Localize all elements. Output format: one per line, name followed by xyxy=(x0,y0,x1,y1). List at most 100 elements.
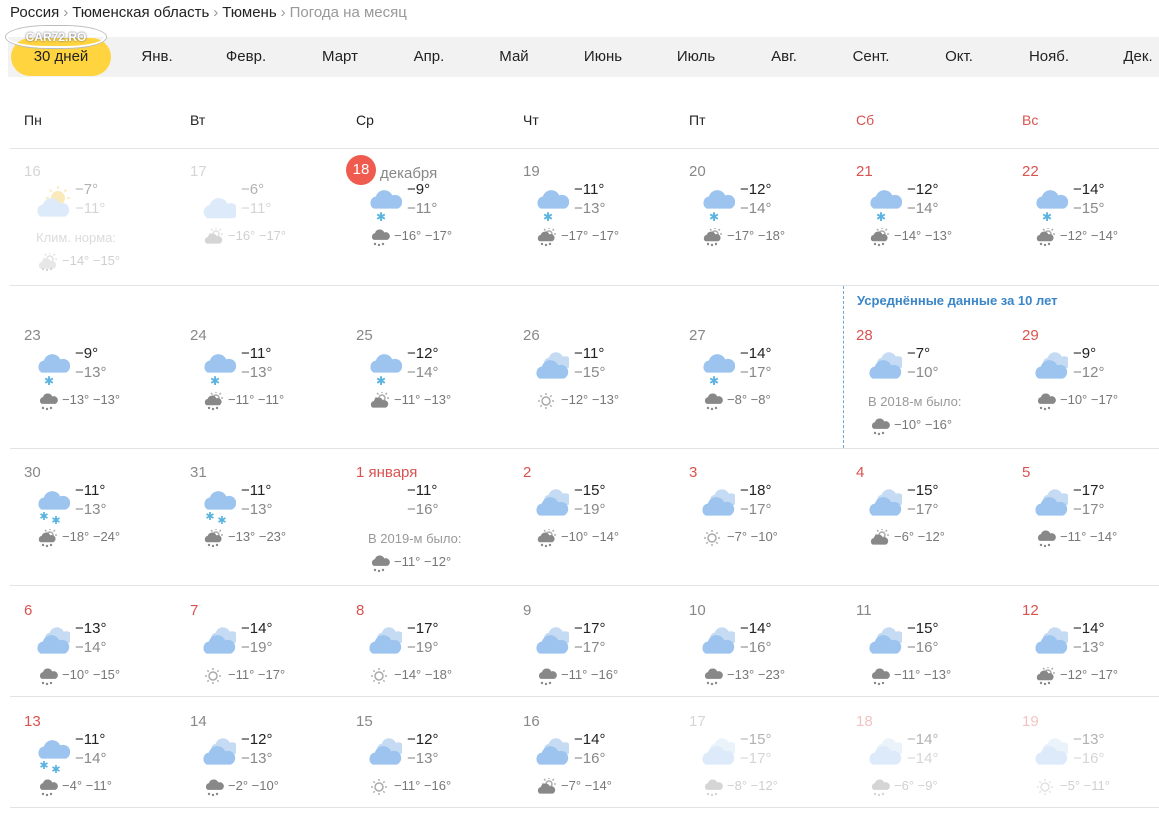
sun-cloud-icon xyxy=(34,185,70,223)
tab-month-10[interactable]: Окт. xyxy=(945,37,973,77)
clouds-icon xyxy=(200,735,239,773)
climate-norm: −17° −17° xyxy=(561,228,620,243)
tab-month-1[interactable]: Янв. xyxy=(141,37,172,77)
day-cell[interactable]: 17 −15° −17° −8° −12° xyxy=(689,713,855,816)
day-cell[interactable]: 29 −9° −12° −10° −17° xyxy=(1022,327,1159,457)
day-cell[interactable]: 2 −15° −19° −10° −14° xyxy=(523,464,689,594)
night-temperature: −16° xyxy=(407,501,439,518)
day-cell[interactable]: 4 −15° −17° −6° −12° xyxy=(856,464,1022,594)
day-cell[interactable]: 22 ✱ −14° −15° −12° −14° xyxy=(1022,163,1159,293)
breadcrumb-separator: › xyxy=(213,4,219,21)
day-temperature: −6° xyxy=(241,181,265,198)
night-temperature: −17° xyxy=(1073,501,1105,518)
cloud-icon xyxy=(200,185,239,223)
day-number: 22 xyxy=(1022,163,1039,180)
day-temperature: −18° xyxy=(740,482,772,499)
day-temperature: −11° xyxy=(574,181,605,198)
day-number: 30 xyxy=(24,464,41,481)
night-temperature: −19° xyxy=(407,639,439,656)
day-cell[interactable]: 1 января −11° −16° В 2019-м было: −11° −12° xyxy=(356,464,522,594)
day-cell[interactable]: 30 ✱ ✱ −11° −13° −18° −24° xyxy=(24,464,190,594)
tab-month-2[interactable]: Февр. xyxy=(226,37,266,77)
clouds-icon xyxy=(533,735,572,773)
svg-text:✱: ✱ xyxy=(876,210,886,223)
clouds-icon xyxy=(1032,624,1071,662)
tab-month-9[interactable]: Сент. xyxy=(853,37,890,77)
day-cell[interactable]: 25 ✱ −12° −14° −11° −13° xyxy=(356,327,522,457)
day-temperature: −11° xyxy=(241,482,272,499)
day-cell[interactable]: 21 ✱ −12° −14° −14° −13° xyxy=(856,163,1022,293)
day-cell[interactable]: 24 ✱ −11° −13° −11° −11° xyxy=(190,327,356,457)
climate-norm: −10° −16° xyxy=(894,417,953,432)
day-cell[interactable]: 27 ✱ −14° −17° −8° −8° xyxy=(689,327,855,457)
day-cell[interactable]: 17 −6° −11° −16° −17° xyxy=(190,163,356,293)
clouds-icon xyxy=(34,624,73,662)
sun-cloud-snow-small-icon xyxy=(36,528,58,548)
day-temperature: −7° xyxy=(75,181,99,198)
day-cell[interactable]: 26 −11° −15° −12° −13° xyxy=(523,327,689,457)
climate-norm: −12° −14° xyxy=(1060,228,1119,243)
day-cell[interactable]: 14 −12° −13° −2° −10° xyxy=(190,713,356,816)
day-cell[interactable]: 23 ✱ −9° −13° −13° −13° xyxy=(24,327,190,457)
night-temperature: −17° xyxy=(740,501,772,518)
day-cell[interactable]: 28 −7° −10° В 2018-м было: −10° −16° xyxy=(856,327,1022,457)
day-temperature: −12° xyxy=(241,731,273,748)
clouds-icon xyxy=(533,486,572,524)
climate-norm: −5° −11° xyxy=(1060,778,1110,793)
day-cell[interactable]: 31 ✱ ✱ −11° −13° −13° −23° xyxy=(190,464,356,594)
day-cell[interactable]: 19 −13° −16° −5° −11° xyxy=(1022,713,1159,816)
night-temperature: −14° xyxy=(75,639,107,656)
tab-month-8[interactable]: Авг. xyxy=(771,37,797,77)
day-temperature: −12° xyxy=(907,181,939,198)
night-temperature: −16° xyxy=(574,750,606,767)
tab-month-12[interactable]: Дек. xyxy=(1123,37,1152,77)
tab-month-6[interactable]: Июнь xyxy=(584,37,622,77)
night-temperature: −12° xyxy=(1073,364,1105,381)
day-temperature: −9° xyxy=(407,181,431,198)
climate-norm: −12° −13° xyxy=(561,392,620,407)
weekday-header: Пт xyxy=(689,112,706,128)
night-temperature: −14° xyxy=(75,750,107,767)
day-cell[interactable]: 18 декабря ✱ −9° −11° −16° −17° xyxy=(346,155,522,293)
breadcrumb-separator: › xyxy=(280,4,286,21)
day-number: 31 xyxy=(190,464,207,481)
clouds-icon xyxy=(533,624,572,662)
day-cell[interactable]: 5 −17° −17° −11° −14° xyxy=(1022,464,1159,594)
svg-text:✱: ✱ xyxy=(39,759,48,772)
breadcrumb-separator: › xyxy=(63,4,69,21)
clouds-icon xyxy=(866,349,905,387)
night-temperature: −13° xyxy=(574,200,606,217)
night-temperature: −17° xyxy=(740,364,772,381)
night-temperature: −14° xyxy=(907,750,939,767)
day-cell[interactable]: 3 −18° −17° −7° −10° xyxy=(689,464,855,594)
today-marker: 18 xyxy=(346,155,376,185)
watermark-logo: CAR72.RO xyxy=(6,26,106,48)
day-cell[interactable]: 16 −7° −11° Клим. норма: −14° −15° xyxy=(24,163,190,293)
tab-month-7[interactable]: Июль xyxy=(677,37,715,77)
day-cell[interactable]: 18 −14° −14° −6° −9° xyxy=(856,713,1022,816)
day-cell[interactable]: 16 −14° −16° −7° −14° xyxy=(523,713,689,816)
month-tabs: 30 дней Янв. Февр. Март Апр. Май Июнь Июль Авг. С… xyxy=(8,37,1159,77)
tab-month-11[interactable]: Нояб. xyxy=(1029,37,1069,77)
breadcrumb-region[interactable]: Тюменская область xyxy=(72,4,209,21)
night-temperature: −14° xyxy=(740,200,772,217)
weekday-header: Чт xyxy=(523,112,539,128)
tab-month-5[interactable]: Май xyxy=(499,37,528,77)
day-number: 26 xyxy=(523,327,540,344)
tab-month-3[interactable]: Март xyxy=(322,37,358,77)
climate-norm: −11° −16° xyxy=(561,667,619,682)
day-cell[interactable]: 15 −12° −13° −11° −16° xyxy=(356,713,522,816)
day-number: 2 xyxy=(523,464,532,481)
day-cell[interactable]: 19 ✱ −11° −13° −17° −17° xyxy=(523,163,689,293)
breadcrumb-country[interactable]: Россия xyxy=(10,4,59,21)
day-cell[interactable]: 13 ✱ ✱ −11° −14° −4° −11° xyxy=(24,713,190,816)
sun-cloud-snow-small-icon xyxy=(535,227,557,247)
tab-month-4[interactable]: Апр. xyxy=(414,37,445,77)
day-number: 27 xyxy=(689,327,706,344)
day-cell[interactable]: 20 ✱ −12° −14° −17° −18° xyxy=(689,163,855,293)
night-temperature: −13° xyxy=(75,501,107,518)
cloud-snow-small-icon xyxy=(1034,529,1056,548)
night-temperature: −14° xyxy=(907,200,939,217)
climate-norm: −6° −12° xyxy=(894,529,945,544)
breadcrumb-city[interactable]: Тюмень xyxy=(222,4,276,21)
